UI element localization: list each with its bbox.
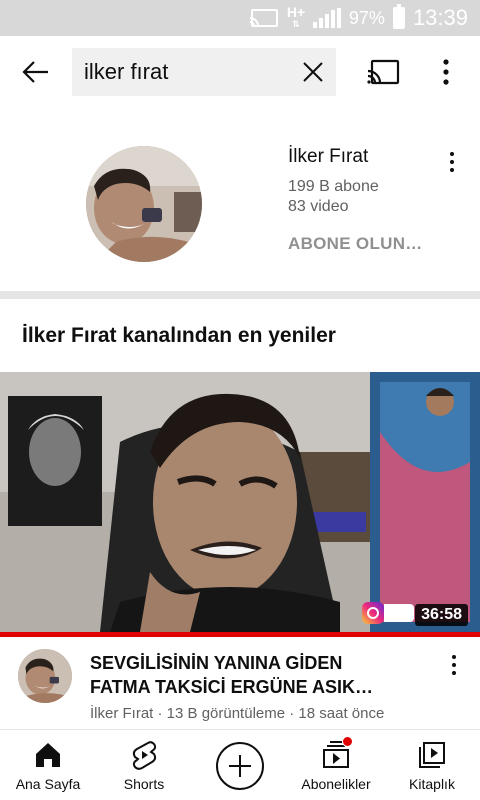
search-input[interactable]: ilker fırat bbox=[72, 48, 336, 96]
video-metadata: İlker Fırat · 13 B görüntüleme · 18 saat… bbox=[90, 705, 385, 722]
network-type-icon: H+ ⇅ bbox=[286, 4, 306, 29]
nav-library[interactable]: Kitaplık bbox=[384, 730, 480, 800]
subscriber-count: 199 B abone bbox=[288, 178, 379, 195]
shorts-icon bbox=[132, 741, 157, 770]
more-vert-icon[interactable] bbox=[436, 56, 456, 88]
video-title-line[interactable]: SEVGİLİSİNİN YANINA GİDEN bbox=[90, 651, 420, 675]
nav-subscriptions-label: Abonelikler bbox=[301, 776, 371, 792]
clock: 13:39 bbox=[412, 5, 468, 30]
nav-library-label: Kitaplık bbox=[409, 776, 455, 792]
section-divider bbox=[0, 291, 480, 299]
channel-avatar[interactable] bbox=[18, 649, 72, 703]
signal-icon bbox=[312, 8, 341, 28]
notification-dot bbox=[342, 736, 353, 747]
more-vert-icon[interactable] bbox=[446, 653, 462, 677]
instagram-handle-overlay bbox=[384, 604, 414, 622]
video-title-line[interactable]: FATMA TAKSİCİ ERGÜNE ASIK… bbox=[90, 675, 420, 699]
search-query[interactable]: ilker fırat bbox=[84, 59, 168, 85]
video-duration: 36:58 bbox=[415, 604, 468, 626]
thumbnail-image bbox=[0, 372, 480, 632]
nav-home-label: Ana Sayfa bbox=[15, 776, 81, 792]
home-icon bbox=[36, 743, 60, 767]
channel-avatar[interactable] bbox=[86, 146, 202, 262]
nav-subscriptions[interactable]: Abonelikler bbox=[288, 730, 384, 800]
nav-shorts[interactable]: Shorts bbox=[96, 730, 192, 800]
video-info[interactable]: SEVGİLİSİNİN YANINA GİDEN FATMA TAKSİCİ … bbox=[0, 637, 480, 729]
status-bar: H+ ⇅ 97% 13:39 bbox=[0, 0, 480, 36]
cast-icon bbox=[249, 9, 278, 27]
instagram-icon bbox=[362, 602, 384, 624]
channel-card[interactable]: İlker Fırat 199 B abone 83 video ABONE O… bbox=[0, 108, 480, 292]
battery-icon bbox=[392, 4, 405, 29]
subscribe-button[interactable]: ABONE OLUN… bbox=[288, 234, 423, 254]
clear-icon[interactable] bbox=[300, 59, 326, 85]
section-title: İlker Fırat kanalından en yeniler bbox=[22, 324, 336, 347]
more-vert-icon[interactable] bbox=[444, 150, 460, 174]
battery-percent: 97% bbox=[348, 7, 385, 28]
channel-name[interactable]: İlker Fırat bbox=[288, 146, 368, 168]
bottom-navigation: Ana Sayfa Shorts Abonelikler Kitaplık bbox=[0, 729, 480, 800]
nav-shorts-label: Shorts bbox=[123, 776, 165, 792]
library-icon bbox=[419, 742, 445, 768]
search-header: ilker fırat bbox=[0, 36, 480, 108]
video-thumbnail[interactable]: 36:58 bbox=[0, 372, 480, 632]
video-count: 83 video bbox=[288, 198, 349, 215]
create-plus-icon[interactable] bbox=[216, 742, 264, 790]
back-arrow-icon[interactable] bbox=[18, 54, 54, 90]
video-title[interactable]: SEVGİLİSİNİN YANINA GİDEN FATMA TAKSİCİ … bbox=[90, 651, 420, 699]
nav-home[interactable]: Ana Sayfa bbox=[0, 730, 96, 800]
cast-icon[interactable] bbox=[366, 58, 400, 86]
